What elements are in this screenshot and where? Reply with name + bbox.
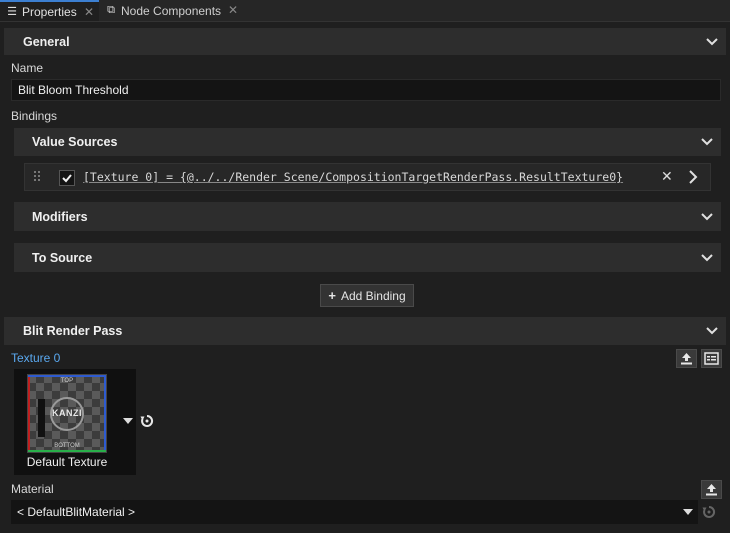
section-blit-render-pass-header[interactable]: Blit Render Pass	[4, 317, 726, 345]
checkmark-icon	[62, 174, 72, 183]
thumbnail-top-text: TOP	[60, 378, 74, 384]
add-binding-label: Add Binding	[340, 288, 406, 303]
tab-properties-label: Properties	[22, 4, 77, 19]
tab-bar: ☰ Properties ✕ ⧉ Node Components ✕	[0, 0, 730, 22]
name-label: Name	[11, 61, 44, 75]
to-source-title: To Source	[32, 250, 93, 265]
chevron-down-icon[interactable]	[706, 325, 718, 337]
section-general-title: General	[23, 34, 70, 49]
material-value: < DefaultBlitMaterial >	[17, 505, 136, 519]
reset-icon	[702, 505, 716, 518]
material-upload-button[interactable]	[701, 480, 722, 499]
upload-icon	[706, 484, 717, 496]
browse-list-icon	[704, 352, 719, 365]
tab-node-components[interactable]: ⧉ Node Components ✕	[99, 0, 243, 21]
texture-picker[interactable]: TOP KANZI BOTTOM Default Texture	[14, 369, 136, 475]
upload-icon	[681, 353, 692, 365]
drag-handle-icon[interactable]	[34, 171, 42, 183]
chevron-down-icon[interactable]	[701, 211, 713, 223]
components-icon: ⧉	[107, 4, 115, 16]
tab-properties[interactable]: ☰ Properties ✕	[0, 0, 99, 21]
texture-caption: Default Texture	[26, 455, 108, 469]
material-label: Material	[11, 482, 54, 496]
thumbnail-bottom-text: BOTTOM	[54, 443, 80, 449]
binding-row[interactable]: [Texture 0] = {@../../Render Scene/Compo…	[24, 163, 711, 191]
binding-expression[interactable]: [Texture 0] = {@../../Render Scene/Compo…	[83, 170, 623, 184]
remove-binding-icon[interactable]: ✕	[661, 168, 673, 185]
dropdown-arrow-icon[interactable]	[123, 418, 133, 424]
upload-button[interactable]	[676, 349, 697, 368]
section-modifiers-header[interactable]: Modifiers	[14, 202, 721, 231]
resource-browser-button[interactable]	[701, 349, 722, 368]
texture-thumbnail: TOP KANZI BOTTOM	[27, 374, 107, 453]
list-icon: ☰	[7, 6, 17, 18]
material-select[interactable]: < DefaultBlitMaterial >	[11, 500, 698, 524]
bindings-label: Bindings	[11, 109, 58, 123]
reset-icon[interactable]	[140, 414, 154, 428]
chevron-down-icon[interactable]	[706, 36, 718, 48]
tab-node-components-label: Node Components	[121, 3, 222, 18]
section-general-header[interactable]: General	[4, 28, 726, 55]
binding-enabled-checkbox[interactable]	[59, 170, 75, 186]
texture-0-label[interactable]: Texture 0	[11, 351, 60, 365]
close-icon[interactable]: ✕	[84, 5, 94, 19]
chevron-down-icon[interactable]	[701, 252, 713, 264]
blit-render-pass-title: Blit Render Pass	[23, 324, 123, 338]
kanzi-logo: KANZI	[52, 408, 82, 418]
dropdown-arrow-icon[interactable]	[683, 509, 693, 515]
plus-icon: +	[328, 288, 336, 303]
section-to-source-header[interactable]: To Source	[14, 243, 721, 272]
value-sources-title: Value Sources	[32, 135, 118, 149]
section-value-sources-header[interactable]: Value Sources	[14, 128, 721, 156]
name-field[interactable]: Blit Bloom Threshold	[11, 79, 721, 101]
close-icon[interactable]: ✕	[228, 3, 238, 17]
chevron-right-icon[interactable]	[687, 170, 699, 184]
modifiers-title: Modifiers	[32, 209, 88, 224]
add-binding-button[interactable]: + Add Binding	[320, 284, 414, 307]
chevron-down-icon[interactable]	[701, 136, 713, 148]
